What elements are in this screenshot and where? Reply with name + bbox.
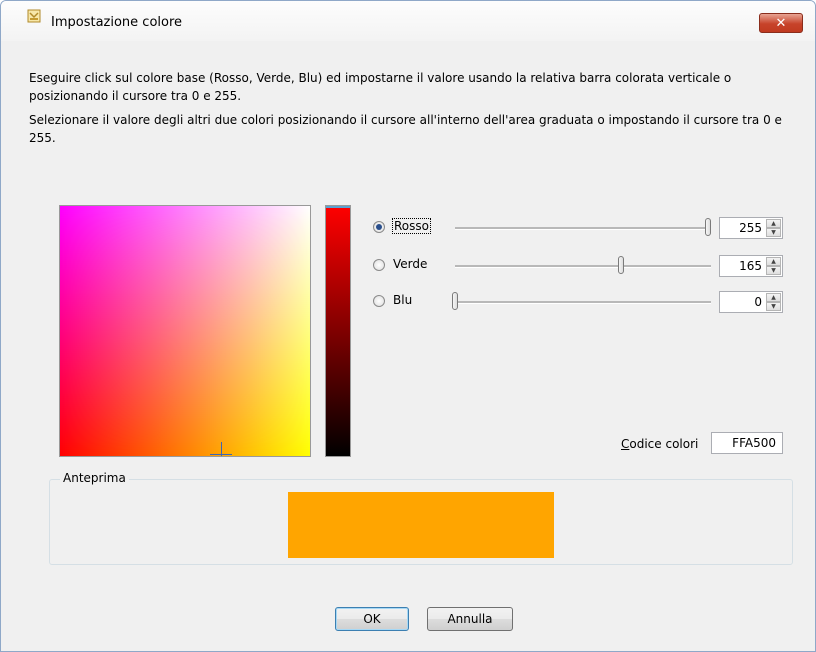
radio-green[interactable] bbox=[373, 259, 385, 271]
color-settings-dialog: Impostazione colore ✕ Eseguire click sul… bbox=[0, 0, 816, 652]
color-code-label-rest: odice colori bbox=[629, 437, 699, 451]
spinbox-red[interactable]: 255 ▲ ▼ bbox=[719, 217, 783, 239]
channel-row-green: Verde 165 ▲ ▼ bbox=[373, 255, 793, 277]
base-color-vertical-bar[interactable] bbox=[325, 205, 351, 457]
instruction-text-1: Eseguire click sul colore base (Rosso, V… bbox=[29, 71, 732, 103]
cancel-button[interactable]: Annulla bbox=[427, 607, 513, 631]
close-button[interactable]: ✕ bbox=[759, 13, 803, 33]
slider-thumb-green[interactable] bbox=[618, 256, 624, 274]
slider-thumb-blue[interactable] bbox=[452, 292, 458, 310]
slider-thumb-red[interactable] bbox=[705, 218, 711, 236]
spinbox-green-value[interactable]: 165 bbox=[739, 259, 762, 273]
gradient-cursor-horizontal[interactable] bbox=[210, 454, 232, 455]
color-code-field[interactable]: FFA500 bbox=[711, 432, 783, 454]
channel-row-red: Rosso 255 ▲ ▼ bbox=[373, 217, 793, 239]
app-icon bbox=[27, 9, 41, 23]
spinbox-green[interactable]: 165 ▲ ▼ bbox=[719, 255, 783, 277]
slider-blue[interactable] bbox=[452, 292, 711, 310]
close-icon: ✕ bbox=[775, 16, 787, 31]
dialog-content: Eseguire click sul colore base (Rosso, V… bbox=[9, 41, 805, 649]
preview-swatch bbox=[288, 492, 554, 558]
channel-label-green[interactable]: Verde bbox=[393, 257, 427, 271]
spin-down-icon[interactable]: ▼ bbox=[766, 266, 781, 275]
radio-red[interactable] bbox=[373, 221, 385, 233]
spin-buttons-blue: ▲ ▼ bbox=[766, 293, 781, 311]
channel-row-blue: Blu 0 ▲ ▼ bbox=[373, 291, 793, 313]
color-code-label: Codice colori bbox=[621, 437, 698, 451]
ok-button[interactable]: OK bbox=[335, 607, 409, 631]
spin-down-icon[interactable]: ▼ bbox=[766, 228, 781, 237]
spinbox-red-value[interactable]: 255 bbox=[739, 221, 762, 235]
vertical-bar-marker[interactable] bbox=[326, 206, 350, 208]
window-title: Impostazione colore bbox=[51, 15, 183, 30]
spin-up-icon[interactable]: ▲ bbox=[766, 293, 781, 302]
preview-group: Anteprima bbox=[49, 471, 793, 565]
window-frame bbox=[1, 41, 9, 651]
channel-label-blue[interactable]: Blu bbox=[393, 293, 412, 307]
channel-label-red[interactable]: Rosso bbox=[392, 218, 431, 234]
color-gradient-area[interactable] bbox=[59, 205, 311, 457]
slider-green[interactable] bbox=[455, 256, 711, 274]
radio-blue[interactable] bbox=[373, 295, 385, 307]
spin-down-icon[interactable]: ▼ bbox=[766, 302, 781, 311]
spin-buttons-green: ▲ ▼ bbox=[766, 257, 781, 275]
spinbox-blue-value[interactable]: 0 bbox=[754, 295, 762, 309]
spin-up-icon[interactable]: ▲ bbox=[766, 257, 781, 266]
preview-label: Anteprima bbox=[60, 471, 129, 485]
slider-red[interactable] bbox=[455, 218, 711, 236]
spinbox-blue[interactable]: 0 ▲ ▼ bbox=[719, 291, 783, 313]
spin-up-icon[interactable]: ▲ bbox=[766, 219, 781, 228]
title-bar: Impostazione colore ✕ bbox=[1, 1, 815, 41]
gradient-layer-bottom bbox=[60, 206, 310, 456]
spin-buttons-red: ▲ ▼ bbox=[766, 219, 781, 237]
instruction-text-2: Selezionare il valore degli altri due co… bbox=[29, 113, 782, 145]
